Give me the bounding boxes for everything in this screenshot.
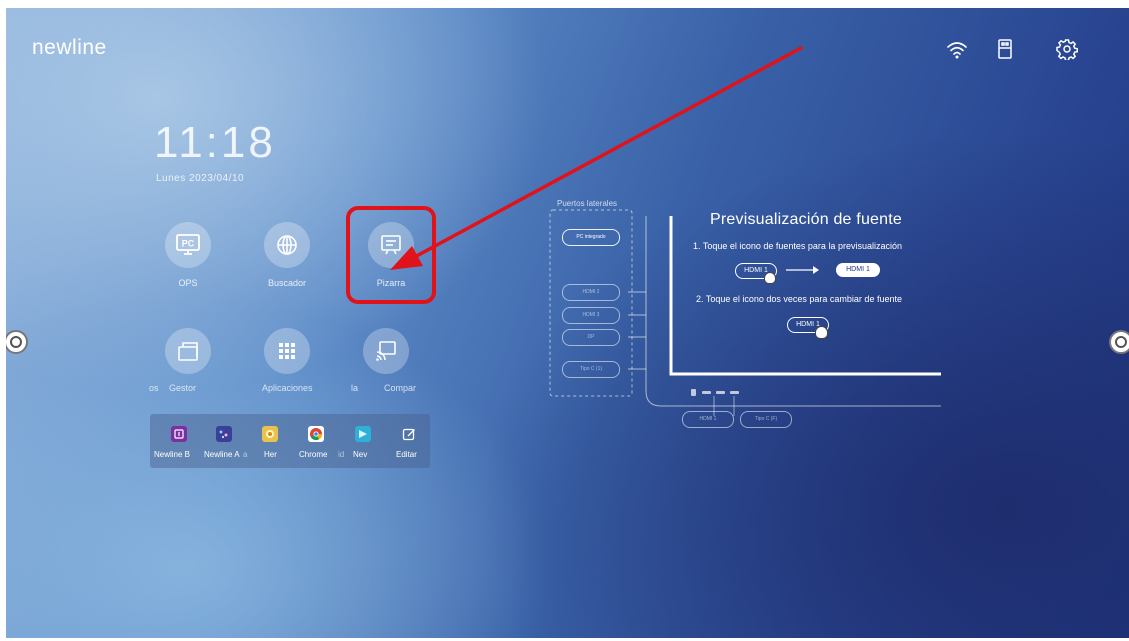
annotation-arrow — [390, 46, 803, 270]
home-screen: newline 11:18 Lunes 2023/04/10 PC OPS Bu… — [6, 8, 1129, 638]
